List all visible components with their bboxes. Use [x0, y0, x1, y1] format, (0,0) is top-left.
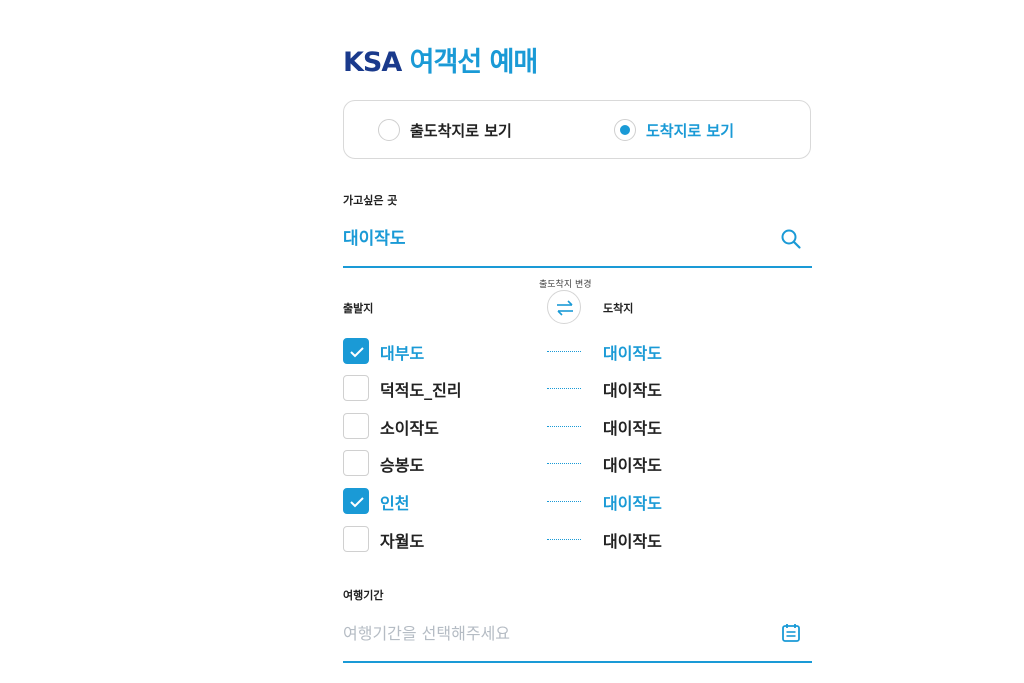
swap-button[interactable] — [547, 290, 581, 324]
route-row[interactable]: 자월도 대이작도 — [343, 526, 812, 554]
route-destination: 대이작도 — [603, 381, 662, 400]
destination-column-header: 도착지 — [603, 302, 634, 315]
calendar-icon[interactable] — [780, 622, 802, 648]
route-row[interactable]: 대부도 대이작도 — [343, 338, 812, 366]
view-mode-label: 도착지로 보기 — [646, 121, 735, 140]
route-destination: 대이작도 — [603, 494, 662, 513]
travel-period-input[interactable]: 여행기간을 선택해주세요 — [343, 616, 812, 663]
route-connector — [547, 501, 581, 502]
route-destination: 대이작도 — [603, 456, 662, 475]
view-mode-origin-destination[interactable]: 출도착지로 보기 — [378, 119, 512, 141]
route-checkbox[interactable] — [343, 526, 369, 552]
route-connector — [547, 426, 581, 427]
view-mode-label: 출도착지로 보기 — [410, 121, 512, 140]
route-connector — [547, 539, 581, 540]
route-checkbox[interactable] — [343, 338, 369, 364]
route-row[interactable]: 인천 대이작도 — [343, 488, 812, 516]
swap-caption: 출도착지 변경 — [539, 280, 592, 290]
route-row[interactable]: 소이작도 대이작도 — [343, 413, 812, 441]
route-checkbox[interactable] — [343, 375, 369, 401]
route-row[interactable]: 덕적도_진리 대이작도 — [343, 375, 812, 403]
destination-value: 대이작도 — [343, 229, 406, 249]
route-destination: 대이작도 — [603, 344, 662, 363]
destination-input[interactable]: 대이작도 — [343, 222, 812, 268]
route-origin: 인천 — [380, 494, 410, 513]
route-checkbox[interactable] — [343, 413, 369, 439]
travel-period-placeholder: 여행기간을 선택해주세요 — [343, 624, 511, 643]
radio-button[interactable] — [378, 119, 400, 141]
route-connector — [547, 463, 581, 464]
route-checkbox[interactable] — [343, 450, 369, 476]
origin-column-header: 출발지 — [343, 302, 374, 315]
route-row[interactable]: 승봉도 대이작도 — [343, 450, 812, 478]
destination-label: 가고싶은 곳 — [343, 194, 398, 207]
route-connector — [547, 388, 581, 389]
route-checkbox[interactable] — [343, 488, 369, 514]
view-mode-destination[interactable]: 도착지로 보기 — [614, 119, 734, 141]
search-icon[interactable] — [780, 228, 802, 250]
route-origin: 대부도 — [380, 344, 425, 363]
radio-button-selected[interactable] — [614, 119, 636, 141]
route-connector — [547, 351, 581, 352]
route-origin: 소이작도 — [380, 419, 439, 438]
page-title: KSA 여객선 예매 — [343, 40, 539, 79]
title-text: 여객선 예매 — [409, 47, 539, 78]
view-mode-selector: 출도착지로 보기 도착지로 보기 — [343, 100, 811, 159]
route-origin: 덕적도_진리 — [380, 381, 462, 400]
brand-text: KSA — [343, 47, 402, 78]
route-destination: 대이작도 — [603, 532, 662, 551]
route-origin: 자월도 — [380, 532, 425, 551]
travel-period-label: 여행기간 — [343, 589, 384, 602]
route-destination: 대이작도 — [603, 419, 662, 438]
route-origin: 승봉도 — [380, 456, 425, 475]
